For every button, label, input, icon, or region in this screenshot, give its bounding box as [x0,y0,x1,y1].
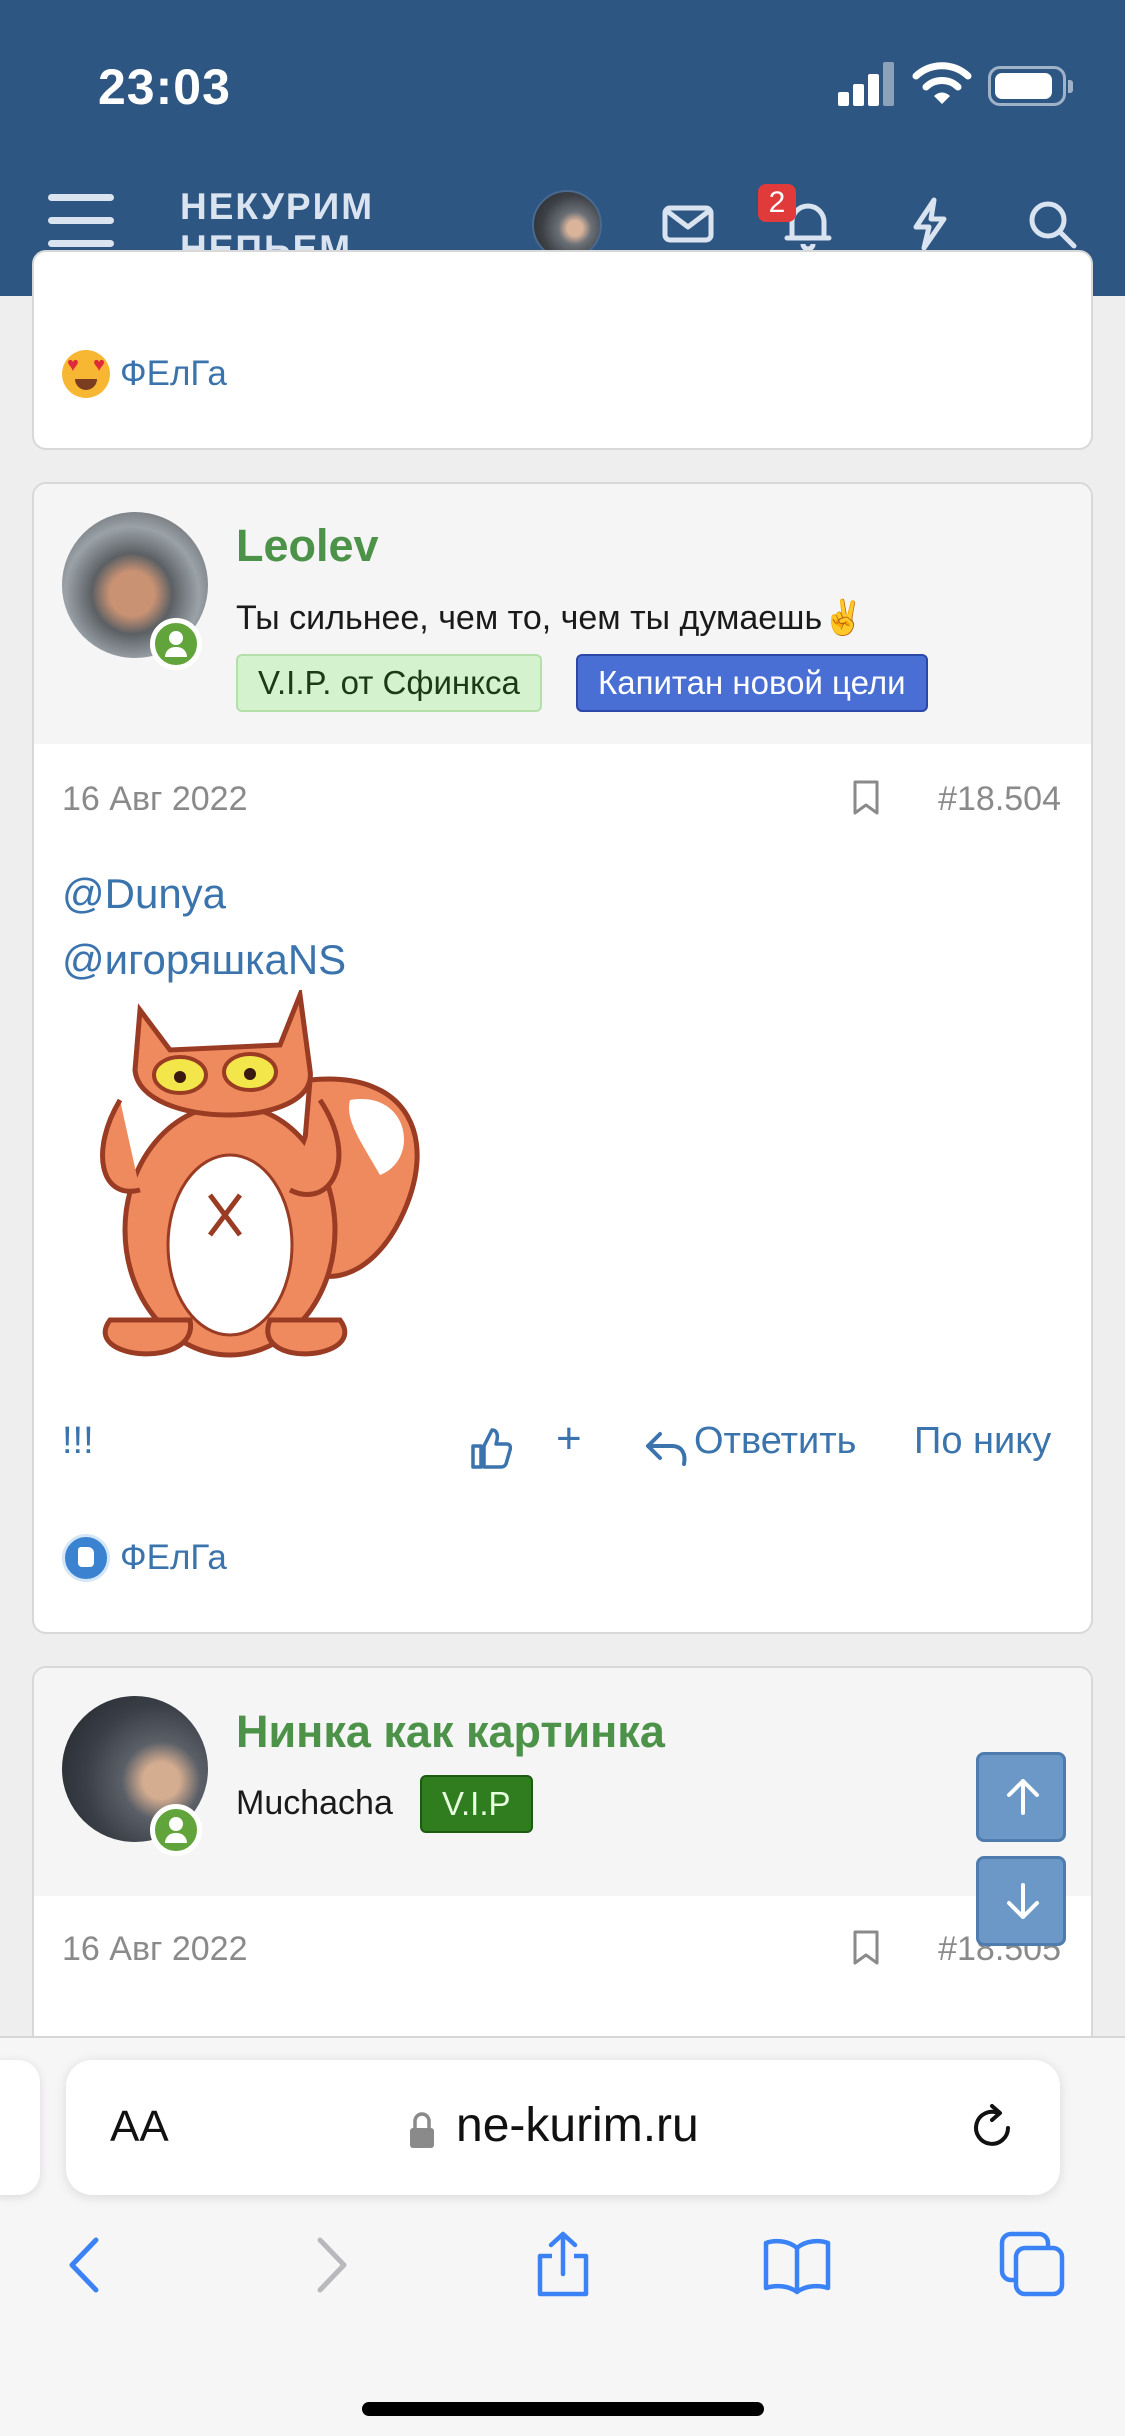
scroll-up-button[interactable] [976,1752,1066,1842]
share-icon[interactable] [528,2230,598,2300]
home-indicator [362,2402,764,2416]
forward-icon[interactable] [294,2230,364,2300]
add-reaction-button[interactable]: + [556,1414,582,1464]
like-icon[interactable] [470,1426,512,1470]
by-nick-button[interactable]: По нику [914,1420,1051,1463]
back-icon[interactable] [52,2230,122,2300]
previous-post-reactions[interactable]: ФЕлГа [62,350,227,398]
online-status-icon [150,618,202,670]
reload-icon[interactable] [964,2100,1020,2156]
post-date[interactable]: 16 Авг 2022 [62,1930,248,1969]
battery-icon [988,66,1073,106]
post-number[interactable]: #18.504 [938,780,1061,819]
reply-icon[interactable] [644,1430,688,1468]
logo-line-1: НЕКУРИМ [180,186,375,227]
url-text[interactable]: ne-kurim.ru [456,2098,699,2153]
alerts-count-badge: 2 [758,184,796,222]
author-name[interactable]: Leolev [236,520,379,572]
scroll-down-button[interactable] [976,1856,1066,1946]
previous-tab-preview[interactable] [0,2060,40,2195]
post-reactions[interactable]: ФЕлГа [62,1534,227,1582]
squirrel-sticker-image [100,990,420,1358]
lightning-icon[interactable] [900,194,960,254]
vip-badge: V.I.P [420,1775,533,1833]
reaction-username[interactable]: ФЕлГа [120,1538,227,1578]
search-icon[interactable] [1022,194,1082,254]
mail-icon[interactable] [658,194,718,254]
status-time: 23:03 [98,59,231,115]
captain-badge: Капитан новой цели [576,654,928,712]
arrow-down-icon [1007,1883,1039,1919]
heart-eyes-reaction-icon [62,350,110,398]
reaction-username[interactable]: ФЕлГа [120,354,227,394]
mention-link[interactable]: @игоряшкаNS [62,936,346,984]
wifi-icon [912,62,972,104]
post-text: !!! [62,1420,94,1462]
signal-icon [838,62,896,106]
reply-button[interactable]: Ответить [694,1420,856,1463]
author-user-title: Ты сильнее, чем то, чем ты думаешь✌️ [236,599,865,637]
bookmark-icon[interactable] [852,1930,880,1966]
vip-badge: V.I.P. от Сфинкса [236,654,542,712]
lock-icon [410,2112,434,2148]
mention-link[interactable]: @Dunya [62,870,226,918]
post-date[interactable]: 16 Авг 2022 [62,780,248,819]
menu-icon[interactable] [48,192,114,250]
author-name[interactable]: Нинка как картинка [236,1706,665,1758]
tabs-icon[interactable] [998,2230,1068,2300]
like-reaction-icon [62,1534,110,1582]
online-status-icon [150,1804,202,1856]
bookmark-icon[interactable] [852,780,880,816]
reader-settings-button[interactable]: AA [110,2102,169,2152]
arrow-up-icon [1007,1779,1039,1815]
bookmarks-icon[interactable] [762,2230,832,2300]
author-user-title: Muchacha [236,1784,393,1822]
